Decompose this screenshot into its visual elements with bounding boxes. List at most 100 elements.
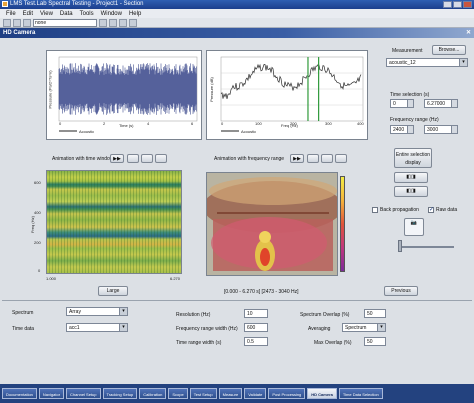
tool-icon[interactable] [109, 18, 117, 27]
freq-from-input[interactable]: 2400 [390, 125, 414, 134]
menu-bar: File Edit View Data Tools Window Help [0, 9, 474, 18]
time-selection-label: Time selection (s) [390, 92, 430, 98]
measurement-label: Measurement [392, 48, 423, 54]
entire-selection-button[interactable]: Entire selection display [394, 148, 432, 168]
step-time-button[interactable] [127, 154, 139, 163]
menu-tools[interactable]: Tools [80, 11, 94, 17]
menu-view[interactable]: View [40, 11, 53, 17]
spinner-icon[interactable] [407, 126, 413, 133]
menu-file[interactable]: File [6, 11, 16, 17]
app-icon [2, 1, 8, 7]
open-icon[interactable] [13, 18, 21, 27]
panel-header: HD Camera ✕ [0, 28, 474, 38]
time-from-input[interactable]: 0 [390, 99, 414, 108]
freq-range-label: Frequency range (Hz) [390, 117, 439, 123]
save-icon[interactable] [23, 18, 31, 27]
play-freq-button[interactable]: ▶▶ [290, 154, 304, 163]
window-title: LMS Test.Lab Spectral Testing - Project1… [10, 1, 144, 7]
spectrogram-heatmap[interactable] [46, 170, 182, 274]
step-freq-button[interactable] [307, 154, 319, 163]
animation-freq-label: Animation with frequency range [214, 156, 285, 162]
step-time-button[interactable] [141, 154, 153, 163]
spectrum-overlap-label: Spectrum Overlap (%) [300, 312, 350, 318]
step-time-button[interactable] [155, 154, 167, 163]
time-to-input[interactable]: 6.27000 [424, 99, 458, 108]
time-plot-xlabel: Time (s) [119, 123, 134, 128]
tab-navigator[interactable]: Navigator [38, 388, 65, 399]
menu-window[interactable]: Window [101, 11, 122, 17]
heat-xlabel: 1.000 [46, 276, 57, 281]
freq-to-input[interactable]: 3000 [424, 125, 458, 134]
minimize-button[interactable] [443, 1, 452, 8]
measurement-select[interactable]: acoustic_12 ▾ [386, 58, 468, 67]
tab-validate[interactable]: Validate [244, 388, 267, 399]
tab-post-processing[interactable]: Post Processing [268, 388, 306, 399]
raw-data-checkbox[interactable] [428, 206, 434, 213]
menu-data[interactable]: Data [60, 11, 73, 17]
max-overlap-label: Max Overlap (%) [314, 340, 352, 346]
tool-icon[interactable] [119, 18, 127, 27]
averaging-label: Averaging [308, 326, 331, 332]
step-freq-button[interactable] [335, 154, 347, 163]
new-icon[interactable] [3, 18, 11, 27]
browse-button[interactable]: Browse... [432, 45, 466, 55]
tab-scope[interactable]: Scope [168, 388, 188, 399]
time-width-input[interactable]: 0.5 [244, 337, 268, 346]
toolbar: none [0, 18, 474, 28]
step-freq-button[interactable] [321, 154, 333, 163]
spectrum-overlap-input[interactable]: 50 [364, 309, 386, 318]
camera-tool-button[interactable]: ◧◨ [394, 172, 428, 183]
tab-channel-setup[interactable]: Channel Setup [66, 388, 101, 399]
tool-icon[interactable] [99, 18, 107, 27]
previous-button[interactable]: Previous [384, 286, 418, 296]
spectrum-select[interactable]: Array ▾ [66, 307, 128, 316]
averaging-select[interactable]: Spectrum ▾ [342, 323, 386, 332]
heat-ytick: 400 [34, 210, 41, 215]
zoom-slider-handle[interactable] [398, 240, 402, 252]
frequency-plot[interactable]: Pressure (dB) Freq (Hz) Acoustic 0 100 2… [206, 50, 368, 140]
resolution-input[interactable]: 10 [244, 309, 268, 318]
tab-measure[interactable]: Measure [218, 388, 243, 399]
range-readout: [0.000 - 6.270 s] [2473 - 3040 Hz] [224, 289, 299, 295]
spinner-icon[interactable] [407, 100, 413, 107]
toolbar-combo[interactable]: none [33, 18, 97, 27]
heat-ytick: 0 [38, 268, 41, 273]
camera-overlay-image[interactable] [206, 172, 338, 276]
spinner-icon[interactable] [451, 100, 457, 107]
tool-icon[interactable] [129, 18, 137, 27]
close-button[interactable] [463, 1, 472, 8]
time-tick: 2 [103, 121, 106, 126]
zoom-slider[interactable] [398, 246, 454, 248]
heat-ylabel: Freq (Hz) [29, 216, 35, 233]
tab-calibration[interactable]: Calibration [139, 388, 167, 399]
camera-tool-button[interactable]: ◧◨ [394, 186, 428, 197]
time-tick: 6 [191, 121, 194, 126]
chevron-down-icon: ▾ [119, 324, 127, 331]
freq-tick: 100 [255, 121, 262, 126]
play-time-button[interactable]: ▶▶ [110, 154, 124, 163]
time-tick: 4 [147, 121, 150, 126]
snapshot-icon[interactable]: 📷 [404, 218, 424, 236]
spinner-icon[interactable] [451, 126, 457, 133]
tab-documentation[interactable]: Documentation [2, 388, 37, 399]
raw-data-label: Raw data [436, 207, 458, 213]
back-propagation-checkbox[interactable] [372, 207, 378, 213]
freq-tick: 200 [290, 121, 297, 126]
time-plot[interactable]: Pressure (Pa/2^?s^n) Time (s) Acoustic 0… [46, 50, 202, 140]
freq-width-input[interactable]: 600 [244, 323, 268, 332]
large-button[interactable]: Large [98, 286, 128, 296]
tab-tracking-setup[interactable]: Tracking Setup [102, 388, 138, 399]
workflow-tabs: Documentation Navigator Channel Setup Tr… [0, 384, 474, 403]
menu-help[interactable]: Help [129, 11, 141, 17]
time-data-select[interactable]: acc1 ▾ [66, 323, 128, 332]
tab-time-data-selection[interactable]: Time Data Selection [338, 388, 383, 399]
camera-overlay-svg [207, 173, 337, 275]
tab-test-setup[interactable]: Test Setup [189, 388, 217, 399]
max-overlap-input[interactable]: 50 [364, 337, 386, 346]
menu-edit[interactable]: Edit [23, 11, 33, 17]
maximize-button[interactable] [453, 1, 462, 8]
freq-width-label: Frequency range width (Hz) [176, 326, 238, 332]
tab-hd-camera[interactable]: HD Camera [307, 388, 337, 399]
close-panel-icon[interactable]: ✕ [466, 28, 471, 38]
panel-title: HD Camera [3, 30, 36, 36]
